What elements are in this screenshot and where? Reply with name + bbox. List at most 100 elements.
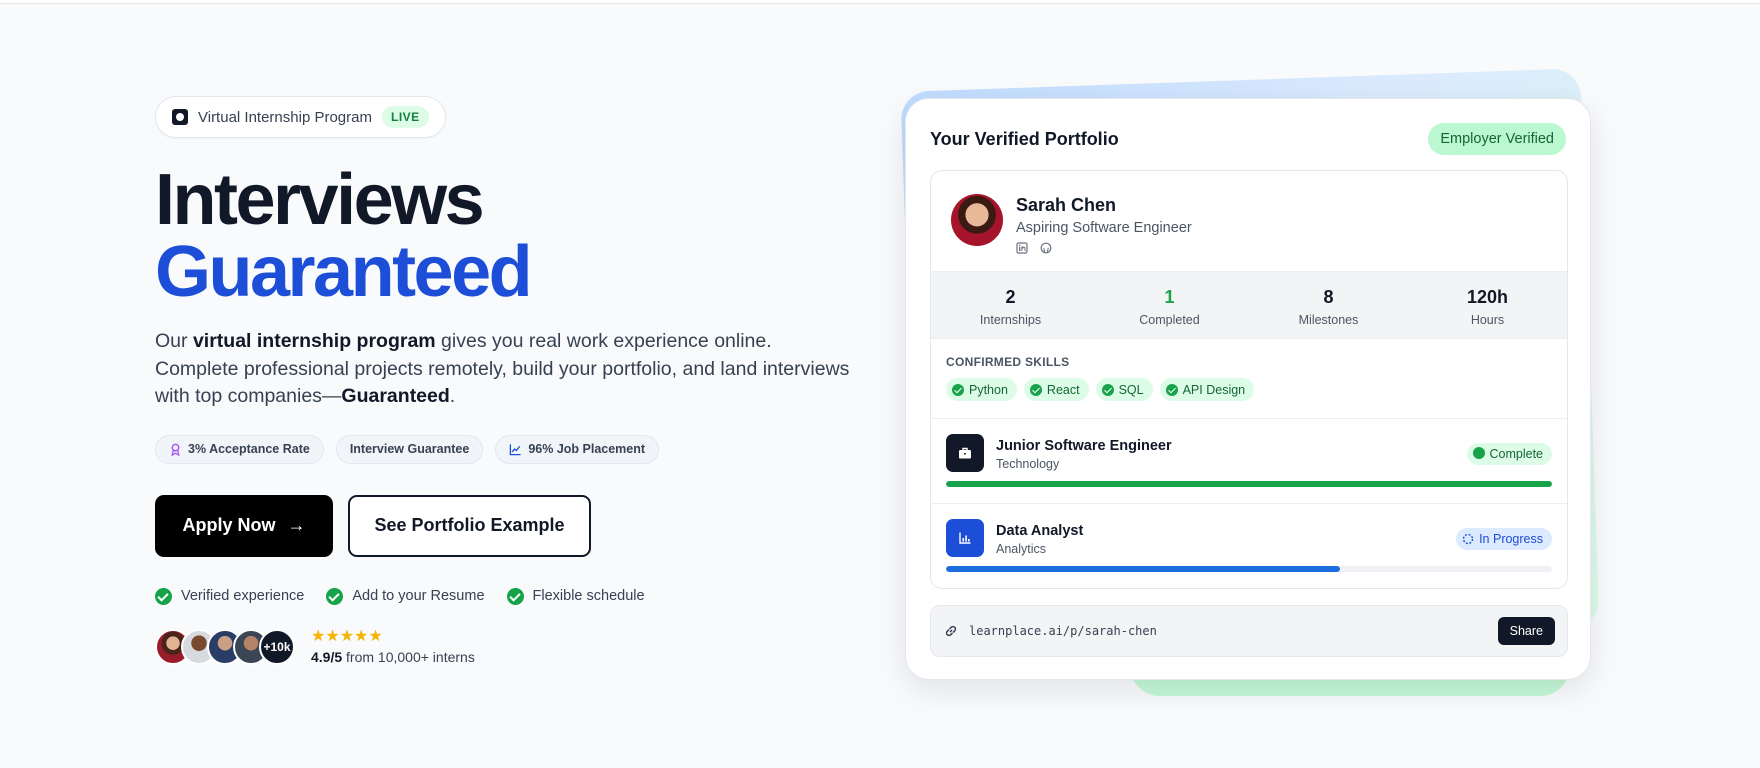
briefcase-icon	[946, 434, 984, 472]
skill-label: React	[1046, 382, 1080, 397]
stat-value: 8	[1323, 287, 1334, 307]
rating-source: from 10,000+ interns	[342, 648, 475, 665]
internship-title: Junior Software Engineer	[996, 438, 1172, 454]
skill-label: SQL	[1118, 382, 1144, 397]
award-icon	[171, 443, 180, 456]
rating-text: 4.9/5 from 10,000+ interns	[311, 649, 475, 665]
stat-value: 1	[1164, 287, 1175, 307]
loading-spinner-icon	[1462, 533, 1474, 545]
skill-label: API Design	[1182, 382, 1246, 397]
check-circle-icon	[1101, 383, 1114, 396]
stat-label: Milestones	[1298, 313, 1359, 327]
pill-job-placement: 96% Job Placement	[495, 434, 660, 464]
pill-label: 3% Acceptance Rate	[188, 442, 310, 456]
profile-header: Sarah Chen Aspiring Software Engineer	[931, 171, 1567, 271]
desc-bold-2: Guaranteed	[341, 385, 450, 407]
internship-item: Junior Software Engineer Technology Comp…	[931, 419, 1567, 504]
check-circle-icon	[952, 383, 964, 396]
skill-label: Python	[969, 382, 1008, 397]
check-label: Verified experience	[181, 588, 305, 604]
status-badge: In Progress	[1456, 528, 1552, 550]
status-badge: Complete	[1466, 443, 1552, 465]
progress-bar	[946, 481, 1552, 487]
check-item: Add to your Resume	[326, 587, 485, 605]
portfolio-card: Your Verified Portfolio Employer Verifie…	[905, 98, 1591, 680]
stat-label: Internships	[979, 313, 1042, 327]
internship-category: Technology	[996, 457, 1060, 471]
status-label: Complete	[1489, 447, 1544, 461]
portfolio-url[interactable]: learnplace.ai/p/sarah-chen	[969, 624, 1498, 638]
hero-heading-line1: Interviews	[155, 160, 485, 240]
check-item: Flexible schedule	[506, 587, 645, 605]
skill-chip: React	[1023, 378, 1089, 401]
benefit-checks: Verified experience Add to your Resume F…	[155, 587, 855, 605]
progress-bar	[946, 566, 1552, 572]
skill-chips: Python React SQL API Design	[946, 378, 1552, 401]
live-badge: LIVE	[381, 106, 429, 128]
skill-chip: Python	[946, 378, 1017, 401]
desc-bold-1: virtual internship program	[192, 330, 436, 352]
apply-now-label: Apply Now	[182, 515, 276, 535]
progress-fill	[946, 481, 1552, 487]
apply-now-button[interactable]: Apply Now →	[155, 494, 333, 557]
bar-chart-icon	[946, 519, 984, 557]
pill-acceptance-rate: 3% Acceptance Rate	[155, 434, 324, 464]
pill-interview-guarantee: Interview Guarantee	[335, 434, 484, 464]
check-label: Flexible schedule	[532, 588, 645, 604]
rating-block: ★★★★★ 4.9/5 from 10,000+ interns	[311, 627, 475, 665]
chart-line-icon	[510, 443, 521, 455]
github-icon[interactable]	[1040, 241, 1052, 254]
confirmed-skills: CONFIRMED SKILLS Python React SQL API De…	[931, 339, 1567, 419]
check-circle-icon	[155, 587, 172, 605]
check-item: Verified experience	[155, 587, 305, 605]
profile-name: Sarah Chen	[1016, 195, 1117, 215]
internship-category: Analytics	[996, 542, 1047, 556]
feature-pills: 3% Acceptance Rate Interview Guarantee 9…	[155, 434, 855, 464]
pill-label: Interview Guarantee	[349, 442, 470, 456]
desc-text-3: .	[449, 385, 456, 407]
check-circle-icon	[326, 587, 344, 605]
employer-verified-badge: Employer Verified	[1428, 123, 1566, 155]
record-icon	[172, 109, 188, 125]
skill-chip: API Design	[1159, 378, 1255, 401]
cta-row: Apply Now → See Portfolio Example	[155, 494, 855, 557]
stat-internships: 2 Internships	[931, 272, 1090, 338]
more-users-count: +10k	[259, 628, 295, 665]
avatar-stack: +10k	[155, 628, 295, 665]
hero-heading-line2: Guaranteed	[155, 232, 533, 312]
share-button[interactable]: Share	[1497, 617, 1555, 645]
portfolio-card-header: Your Verified Portfolio Employer Verifie…	[930, 123, 1566, 155]
rating-score: 4.9/5	[311, 648, 343, 665]
check-label: Add to your Resume	[352, 588, 485, 604]
check-circle-icon	[506, 587, 524, 605]
linkedin-icon[interactable]	[1016, 241, 1028, 254]
portfolio-stats: 2 Internships 1 Completed 8 Milestones 120h…	[931, 271, 1567, 339]
check-circle-icon	[1472, 446, 1485, 459]
portfolio-content: Sarah Chen Aspiring Software Engineer 2 I…	[930, 170, 1568, 589]
check-circle-icon	[1029, 383, 1042, 396]
social-proof: +10k ★★★★★ 4.9/5 from 10,000+ interns	[155, 627, 855, 665]
star-rating-icon: ★★★★★	[311, 627, 383, 645]
hero-heading: Interviews Guaranteed	[155, 164, 855, 308]
link-icon	[945, 625, 957, 637]
portfolio-link-row: learnplace.ai/p/sarah-chen Share	[930, 605, 1568, 657]
internship-title: Data Analyst	[996, 523, 1084, 539]
profile-links	[1016, 241, 1052, 254]
stat-completed: 1 Completed	[1090, 272, 1249, 338]
arrow-right-icon: →	[287, 515, 306, 535]
program-badge-label: Virtual Internship Program	[198, 108, 372, 126]
see-portfolio-button[interactable]: See Portfolio Example	[348, 494, 591, 557]
stat-label: Hours	[1470, 313, 1505, 327]
avatar	[951, 194, 1003, 246]
status-label: In Progress	[1479, 532, 1543, 546]
portfolio-title: Your Verified Portfolio	[930, 128, 1119, 149]
program-badge: Virtual Internship Program LIVE	[155, 96, 446, 138]
internship-item: Data Analyst Analytics In Progress	[931, 504, 1567, 588]
progress-fill	[946, 566, 1340, 572]
check-circle-icon	[1165, 383, 1178, 396]
stat-hours: 120h Hours	[1408, 272, 1567, 338]
stat-milestones: 8 Milestones	[1249, 272, 1408, 338]
top-divider	[0, 0, 1760, 4]
skill-chip: SQL	[1095, 378, 1153, 401]
desc-text-1: Our	[155, 330, 193, 352]
